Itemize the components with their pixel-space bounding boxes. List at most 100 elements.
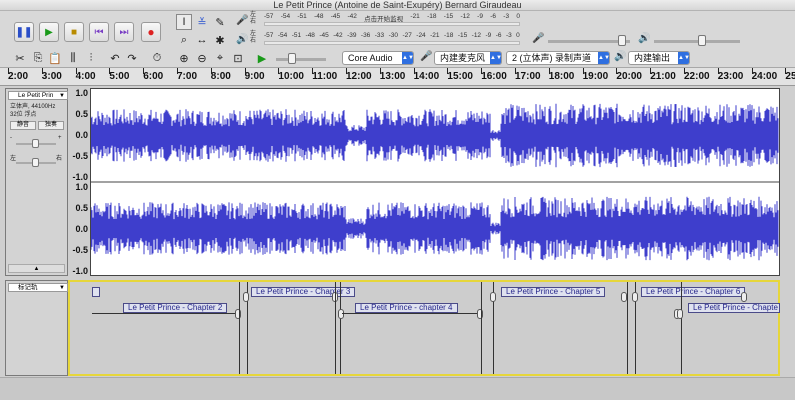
pencil-icon: ✎ bbox=[215, 16, 225, 29]
waveform-svg bbox=[91, 103, 779, 261]
meter-tick: -45 bbox=[319, 32, 329, 39]
chapter-label-4[interactable]: Le Petit Prince - chapter 4 bbox=[355, 303, 458, 313]
mic-device-icon: 🎤 bbox=[420, 51, 433, 62]
ruler-tick: 18:00 bbox=[548, 68, 574, 86]
skip-start-button[interactable]: ⏮ bbox=[89, 22, 109, 42]
undo-button[interactable]: ↶ bbox=[107, 50, 123, 66]
fit-project-button[interactable]: ⊡ bbox=[230, 50, 246, 66]
playback-volume-slider[interactable] bbox=[654, 35, 740, 46]
slider-thumb[interactable] bbox=[618, 35, 626, 46]
playback-device-select[interactable]: 内建输出 ▲▼ bbox=[628, 51, 690, 65]
pan-slider[interactable] bbox=[16, 158, 56, 167]
chapter-label-5[interactable]: Le Petit Prince - Chapter 5 bbox=[501, 287, 606, 297]
amplitude-tick: 0.0 bbox=[75, 130, 88, 140]
play-at-speed-icon: ▶ bbox=[257, 52, 267, 65]
edit-toolbar: ✂ ⎘ 📋 ⫼ ⫶ ↶ ↷ ⏱ ⊕ ⊖ ⌖ ⊡ ▶ Core Audio ▲▼ … bbox=[0, 48, 795, 68]
label-boundary-handle[interactable] bbox=[677, 309, 683, 319]
redo-icon: ↷ bbox=[127, 52, 137, 65]
track-name-dropdown[interactable]: Le Petit Prin ▼ bbox=[8, 91, 68, 100]
audio-host-select[interactable]: Core Audio ▲▼ bbox=[342, 51, 414, 65]
multi-tool[interactable]: ✱ bbox=[212, 32, 228, 48]
paste-button[interactable]: 📋 bbox=[47, 50, 63, 66]
i-beam-icon: I bbox=[182, 16, 186, 28]
meter-tick: -3 bbox=[505, 32, 512, 39]
ruler-tick: 4:00 bbox=[75, 68, 96, 86]
ruler-tick: 13:00 bbox=[379, 68, 405, 86]
zoom-tool[interactable]: ⌕ bbox=[176, 32, 192, 48]
record-icon: ● bbox=[147, 25, 155, 39]
ruler-tick: 5:00 bbox=[109, 68, 129, 86]
recording-device-select[interactable]: 内建麦克风 ▲▼ bbox=[434, 51, 502, 65]
timeshift-tool[interactable]: ↔ bbox=[194, 32, 210, 48]
ruler-tick: 11:00 bbox=[312, 68, 337, 86]
label-boundary-handle[interactable] bbox=[632, 292, 638, 302]
play-at-speed-button[interactable]: ▶ bbox=[254, 50, 270, 66]
amplitude-tick: 0.0 bbox=[75, 224, 88, 234]
fit-selection-button[interactable]: ⌖ bbox=[212, 50, 228, 66]
record-volume-slider[interactable] bbox=[548, 35, 630, 46]
label-boundary-handle[interactable] bbox=[235, 309, 241, 319]
gain-slider[interactable] bbox=[16, 139, 56, 148]
collapse-track-button[interactable]: ▲ bbox=[8, 264, 65, 273]
redo-button[interactable]: ↷ bbox=[124, 50, 140, 66]
slider-thumb[interactable] bbox=[698, 35, 706, 46]
zoom-in-button[interactable]: ⊕ bbox=[176, 50, 192, 66]
ruler-tick: 15:00 bbox=[447, 68, 473, 86]
chapter-label-7[interactable]: Le Petit Prince - Chapte bbox=[688, 303, 780, 313]
slider-thumb[interactable] bbox=[32, 158, 39, 167]
triangle-down-icon: ▼ bbox=[59, 93, 65, 99]
label-track[interactable]: Le Petit Prince - Chapter 2 Le Petit Pri… bbox=[68, 280, 780, 376]
solo-button[interactable]: 独奏 bbox=[38, 121, 64, 130]
audio-track-control-panel: ✕ Le Petit Prin ▼ 立体声, 44100Hz 32位 浮点 静音… bbox=[5, 88, 68, 276]
trim-button[interactable]: ⫼ bbox=[65, 50, 81, 66]
chevron-down-icon: ▲▼ bbox=[598, 52, 610, 64]
sync-lock-icon: ⏱ bbox=[152, 51, 162, 64]
timeshift-icon: ↔ bbox=[196, 34, 208, 46]
playback-meter-ticks: -57 -54 -51 -48 -45 -42 -39 -36 -33 -30 -27 -24 -21-… bbox=[264, 32, 520, 39]
skip-end-button[interactable]: ⏭ bbox=[114, 22, 134, 42]
meter-tick: -12 bbox=[471, 32, 482, 39]
zoom-out-button[interactable]: ⊖ bbox=[194, 50, 210, 66]
silence-button[interactable]: ⫶ bbox=[83, 50, 99, 66]
label-fragment[interactable] bbox=[92, 287, 100, 297]
amplitude-tick: -0.5 bbox=[72, 245, 88, 255]
play-button[interactable]: ▶ bbox=[39, 22, 59, 42]
scissors-icon: ✂ bbox=[15, 52, 25, 65]
selection-tool[interactable]: I bbox=[176, 14, 192, 30]
toolbar: ❚❚ ▶ ■ ⏮ ⏭ ● I ≚ ⌕ ↔ ✱ ✎ 🎤 左右 -57 -54 -51-… bbox=[0, 11, 795, 68]
label-boundary-handle[interactable] bbox=[477, 309, 483, 319]
timeline-ruler[interactable]: 2:00 3:00 4:00 5:00 6:00 7:00 8:00 9:00 10:00 11:… bbox=[0, 68, 795, 86]
chapter-label-2[interactable]: Le Petit Prince - Chapter 2 bbox=[123, 303, 228, 313]
label-boundary-handle[interactable] bbox=[338, 309, 344, 319]
mute-button[interactable]: 静音 bbox=[10, 121, 36, 130]
label-boundary-handle[interactable] bbox=[243, 292, 249, 302]
play-speed-slider[interactable] bbox=[276, 53, 326, 64]
record-button[interactable]: ● bbox=[141, 22, 161, 42]
slider-thumb[interactable] bbox=[32, 139, 39, 148]
label-boundary-handle[interactable] bbox=[741, 292, 747, 302]
recording-channels-select[interactable]: 2 (立体声) 录制声道 ▲▼ bbox=[506, 51, 610, 65]
track-name: Le Petit Prin bbox=[18, 92, 54, 99]
playback-meter[interactable]: 左右 -57 -54 -51 -48 -45 -42 -39 -36 -33 -30 -27 -24-… bbox=[250, 31, 520, 46]
cut-button[interactable]: ✂ bbox=[12, 50, 28, 66]
mic-volume-icon: 🎤 bbox=[532, 33, 545, 44]
record-meter[interactable]: 左右 -57 -54 -51 -48 -45 -42 点击开始监视 -21 -18 -15 -12-… bbox=[250, 12, 520, 27]
pause-button[interactable]: ❚❚ bbox=[14, 22, 34, 42]
copy-button[interactable]: ⎘ bbox=[30, 50, 46, 66]
label-track-name-dropdown[interactable]: 标记轨 ▼ bbox=[8, 283, 68, 292]
stop-button[interactable]: ■ bbox=[64, 22, 84, 42]
ruler-tick: 9:00 bbox=[244, 68, 265, 86]
chapter-label-6[interactable]: Le Petit Prince - Chapter 6 bbox=[641, 287, 746, 297]
pause-icon: ❚❚ bbox=[15, 26, 33, 38]
slider-thumb[interactable] bbox=[288, 53, 296, 64]
title-bar: Le Petit Prince (Antoine de Saint-Exupér… bbox=[0, 0, 795, 11]
left-channel-label: 左 bbox=[250, 31, 257, 37]
pan-right-label: 右 bbox=[56, 156, 63, 162]
draw-tool[interactable]: ✎ bbox=[212, 14, 228, 30]
label-boundary-handle[interactable] bbox=[490, 292, 496, 302]
sync-lock-button[interactable]: ⏱ bbox=[149, 50, 165, 66]
envelope-tool[interactable]: ≚ bbox=[194, 14, 210, 30]
speaker-icon: 🔊 bbox=[236, 34, 249, 45]
waveform-area[interactable] bbox=[90, 88, 780, 276]
empty-track-area[interactable] bbox=[0, 377, 795, 400]
